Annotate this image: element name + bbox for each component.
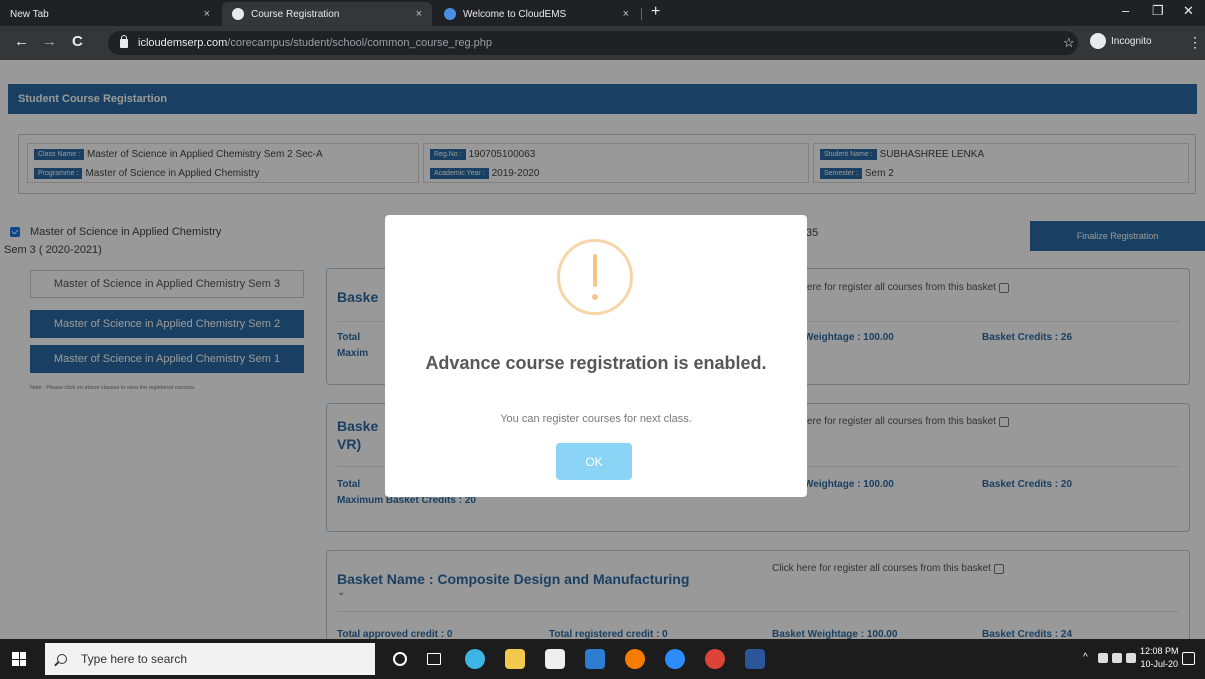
- browser-tab-strip: New Tab × Course Registration × Welcome …: [0, 0, 1205, 26]
- ok-button[interactable]: OK: [556, 443, 632, 480]
- cortana-icon[interactable]: [393, 652, 407, 666]
- cloudems-icon: [444, 8, 456, 20]
- volume-icon[interactable]: [1126, 653, 1136, 663]
- lock-icon: [120, 34, 128, 48]
- close-window-icon[interactable]: ✕: [1183, 3, 1194, 19]
- close-icon[interactable]: ×: [416, 8, 422, 20]
- url-path: /corecampus/student/school/common_course…: [227, 37, 493, 49]
- tab-label: New Tab: [10, 8, 49, 20]
- menu-icon[interactable]: ⋮: [1188, 34, 1202, 51]
- maximize-icon[interactable]: ❐: [1152, 3, 1164, 19]
- tab-separator: [641, 8, 642, 20]
- back-icon[interactable]: ←: [14, 33, 29, 50]
- browser-toolbar: ← → C icloudemserp.com /corecampus/stude…: [0, 26, 1205, 60]
- notification-icon[interactable]: [1182, 652, 1195, 665]
- close-icon[interactable]: ×: [204, 8, 210, 20]
- forward-icon[interactable]: →: [42, 33, 57, 50]
- network-icon[interactable]: [1098, 653, 1108, 663]
- chrome-icon[interactable]: [705, 649, 725, 669]
- mail-icon[interactable]: [585, 649, 605, 669]
- taskbar: Type here to search ^ 12:08 PM 10-Jul-20: [0, 639, 1205, 679]
- zoom-icon[interactable]: [665, 649, 685, 669]
- alert-dialog: Advance course registration is enabled. …: [385, 215, 807, 497]
- reload-icon[interactable]: C: [72, 33, 83, 50]
- warning-icon: [557, 239, 633, 315]
- dialog-title: Advance course registration is enabled.: [425, 353, 767, 373]
- search-placeholder: Type here to search: [81, 652, 188, 666]
- tab-label: Welcome to CloudEMS: [463, 8, 567, 20]
- close-icon[interactable]: ×: [623, 8, 629, 20]
- dialog-message: You can register courses for next class.: [500, 413, 692, 425]
- page-content: Student Course Registartion Class Name :…: [0, 60, 1205, 639]
- tab-new-tab[interactable]: New Tab ×: [0, 2, 220, 26]
- address-bar[interactable]: icloudemserp.com /corecampus/student/sch…: [108, 31, 1078, 55]
- windows-start-icon[interactable]: [12, 652, 26, 666]
- incognito-indicator[interactable]: Incognito: [1090, 33, 1152, 49]
- file-explorer-icon[interactable]: [505, 649, 525, 669]
- battery-icon[interactable]: [1112, 653, 1122, 663]
- minimize-icon[interactable]: –: [1122, 3, 1129, 18]
- store-icon[interactable]: [545, 649, 565, 669]
- tab-welcome-cloudems[interactable]: Welcome to CloudEMS ×: [434, 2, 639, 26]
- system-clock[interactable]: 12:08 PM 10-Jul-20: [1140, 645, 1179, 671]
- url-host: icloudemserp.com: [138, 37, 228, 49]
- tab-label: Course Registration: [251, 8, 340, 20]
- word-icon[interactable]: [745, 649, 765, 669]
- tab-course-registration[interactable]: Course Registration ×: [222, 2, 432, 26]
- clock-date: 10-Jul-20: [1140, 659, 1179, 669]
- task-view-icon[interactable]: [427, 653, 441, 665]
- firefox-icon[interactable]: [625, 649, 645, 669]
- new-tab-icon[interactable]: +: [651, 3, 660, 21]
- globe-icon: [232, 8, 244, 20]
- incognito-label: Incognito: [1111, 35, 1152, 47]
- taskbar-search-box[interactable]: Type here to search: [45, 643, 375, 675]
- bookmark-star-icon[interactable]: ☆: [1063, 35, 1075, 51]
- search-icon: [57, 654, 67, 664]
- tray-expand-icon[interactable]: ^: [1083, 652, 1088, 663]
- incognito-icon: [1090, 33, 1106, 49]
- clock-time: 12:08 PM: [1140, 646, 1179, 656]
- edge-icon[interactable]: [465, 649, 485, 669]
